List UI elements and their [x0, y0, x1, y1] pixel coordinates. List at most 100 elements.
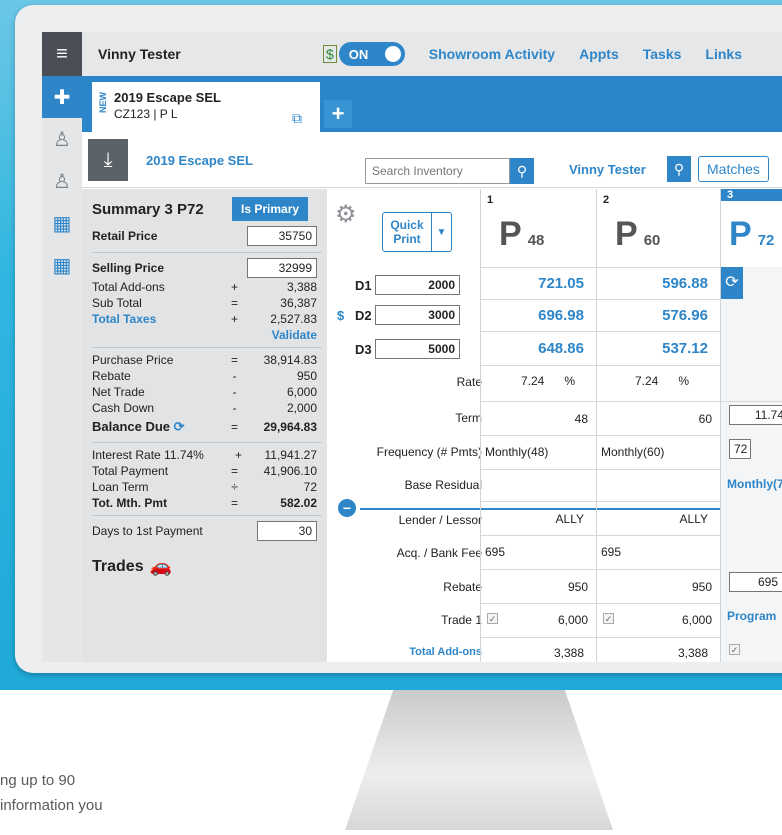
residual-cell[interactable]: [597, 469, 720, 501]
promo-line-2: information you: [0, 797, 103, 814]
column-term: 72: [757, 232, 775, 249]
d2-input[interactable]: 3000: [375, 305, 460, 325]
nav-showroom-activity[interactable]: Showroom Activity: [429, 46, 555, 62]
validate-link[interactable]: Validate: [257, 328, 317, 342]
days-input[interactable]: 30: [257, 521, 317, 541]
copy-icon[interactable]: ⧉: [292, 110, 302, 127]
showroom-toggle[interactable]: ON: [338, 42, 405, 66]
trade-car-icon[interactable]: 🚗: [150, 556, 172, 577]
purchase-label: Purchase Price: [92, 353, 174, 367]
subtotal-label: Sub Total: [92, 296, 142, 310]
mth-label: Tot. Mth. Pmt: [92, 496, 168, 510]
download-icon[interactable]: ⤓: [88, 139, 128, 181]
percent-sign: %: [678, 374, 690, 388]
term-input[interactable]: 72: [729, 439, 751, 459]
d1-input[interactable]: 2000: [375, 275, 460, 295]
rate-value[interactable]: 7.24: [521, 374, 544, 388]
new-tag: NEW: [98, 92, 108, 113]
rebate-value: 950: [296, 369, 317, 383]
add-customer-icon[interactable]: ✚: [42, 76, 82, 118]
nav-links[interactable]: Links: [705, 46, 742, 62]
frequency-value[interactable]: Monthly(60): [597, 435, 720, 469]
column-letter: P: [615, 215, 638, 253]
d3-label: D3: [355, 341, 372, 357]
subtotal-value: 36,387: [280, 296, 317, 310]
collapse-icon[interactable]: −: [338, 499, 356, 517]
payment-cell[interactable]: 537.12: [597, 331, 720, 365]
nettrade-label: Net Trade: [92, 385, 145, 399]
frequency-value[interactable]: Monthly(48): [481, 435, 596, 469]
deal-tab[interactable]: NEW 2019 Escape SEL CZ123 | P L ⧉: [92, 82, 320, 132]
payment-cell[interactable]: 596.88: [597, 267, 720, 299]
matches-button[interactable]: Matches: [698, 156, 769, 182]
salesperson-search-icon[interactable]: ⚲: [667, 156, 691, 182]
layout-icon[interactable]: ▦: [42, 202, 82, 244]
vehicle-row: ⤓ 2019 Escape SEL ⚲ Vinny Tester ⚲ Match…: [82, 132, 782, 188]
menu-icon[interactable]: ≡: [42, 32, 82, 76]
taxes-op: +: [230, 312, 238, 326]
trade-checkbox[interactable]: ✓: [729, 644, 740, 655]
search-inventory-input[interactable]: [365, 158, 510, 184]
rate-value[interactable]: 7.24: [635, 374, 658, 388]
rebate-op: -: [232, 369, 237, 383]
addons-label: Total Add-ons: [92, 280, 165, 294]
residual-cell[interactable]: [481, 469, 596, 501]
d1-label: D1: [355, 277, 372, 293]
term-value[interactable]: 60: [597, 401, 720, 435]
cashdown-value: 2,000: [286, 401, 317, 415]
column-number: 2: [603, 194, 610, 206]
trade-checkbox[interactable]: ✓: [487, 613, 498, 624]
user-name: Vinny Tester: [98, 46, 181, 62]
selling-input[interactable]: 32999: [247, 258, 317, 278]
cashdown-op: -: [232, 401, 237, 415]
fee-value[interactable]: 695: [481, 535, 596, 569]
selling-label: Selling Price: [92, 261, 165, 275]
search-icon[interactable]: ⚲: [510, 158, 534, 184]
column-letter: P: [499, 215, 522, 253]
nav-tasks[interactable]: Tasks: [643, 46, 682, 62]
sidebar: ≡ ✚ ♙ ♙ ▦ ▦: [42, 32, 82, 662]
customer-icon[interactable]: ♙: [42, 118, 82, 160]
totalpay-value: 41,906.10: [263, 464, 317, 478]
promo-text: ng up to 90 information you: [0, 768, 103, 818]
payment-column-1[interactable]: 1 P 48 721.05 696.98 648.86 7.24% 48 Month…: [480, 189, 596, 662]
payment-cell[interactable]: 576.96: [597, 299, 720, 331]
rate-input[interactable]: 11.74: [729, 405, 782, 425]
mth-value: 582.02: [280, 496, 317, 510]
term-value[interactable]: 48: [481, 401, 596, 435]
payment-labels: D1 2000 $ D2 3000 D3 5000 Rate Term Frequenc…: [337, 189, 482, 662]
add-tab-button[interactable]: +: [324, 100, 352, 128]
interest-op: +: [234, 448, 242, 462]
trade-value: 6,000: [557, 613, 588, 627]
payment-column-2[interactable]: 2 P 60 596.88 576.96 537.12 7.24% 60 Month…: [596, 189, 720, 662]
lender-value[interactable]: ALLY: [481, 501, 596, 535]
fee-input[interactable]: 695: [729, 572, 782, 592]
balance-value: 29,964.83: [263, 420, 317, 434]
program-link[interactable]: Program: [727, 609, 776, 623]
payment-cell[interactable]: 696.98: [481, 299, 596, 331]
payment-grid: 1 P 48 721.05 696.98 648.86 7.24% 48 Month…: [472, 189, 782, 662]
refresh-icon[interactable]: ⟳: [174, 419, 185, 434]
fee-value[interactable]: 695: [597, 535, 720, 569]
totalpay-op: =: [230, 464, 238, 478]
d3-input[interactable]: 5000: [375, 339, 460, 359]
trade-checkbox[interactable]: ✓: [603, 613, 614, 624]
rebate-value[interactable]: 950: [481, 569, 596, 603]
addons-value: 3,388: [481, 637, 596, 662]
addons-value: 3,388: [597, 637, 720, 662]
rebate-value[interactable]: 950: [597, 569, 720, 603]
nav-appts[interactable]: Appts: [579, 46, 619, 62]
customer-remove-icon[interactable]: ♙: [42, 160, 82, 202]
is-primary-button[interactable]: Is Primary: [232, 197, 309, 221]
frequency-value[interactable]: Monthly(7: [727, 477, 782, 491]
column-number: 3: [727, 189, 734, 201]
layout-alt-icon[interactable]: ▦: [42, 244, 82, 286]
payment-cell[interactable]: 721.05: [481, 267, 596, 299]
payment-column-3[interactable]: 3 P 72 ⟳ 11.74 72 Monthly(7 695 Program ✓: [720, 189, 782, 662]
taxes-link[interactable]: Total Taxes: [92, 312, 212, 326]
payment-cell[interactable]: 648.86: [481, 331, 596, 365]
vehicle-name[interactable]: 2019 Escape SEL: [146, 153, 253, 168]
recalculate-icon[interactable]: ⟳: [721, 267, 743, 299]
lender-value[interactable]: ALLY: [597, 501, 720, 535]
retail-input[interactable]: 35750: [247, 226, 317, 246]
